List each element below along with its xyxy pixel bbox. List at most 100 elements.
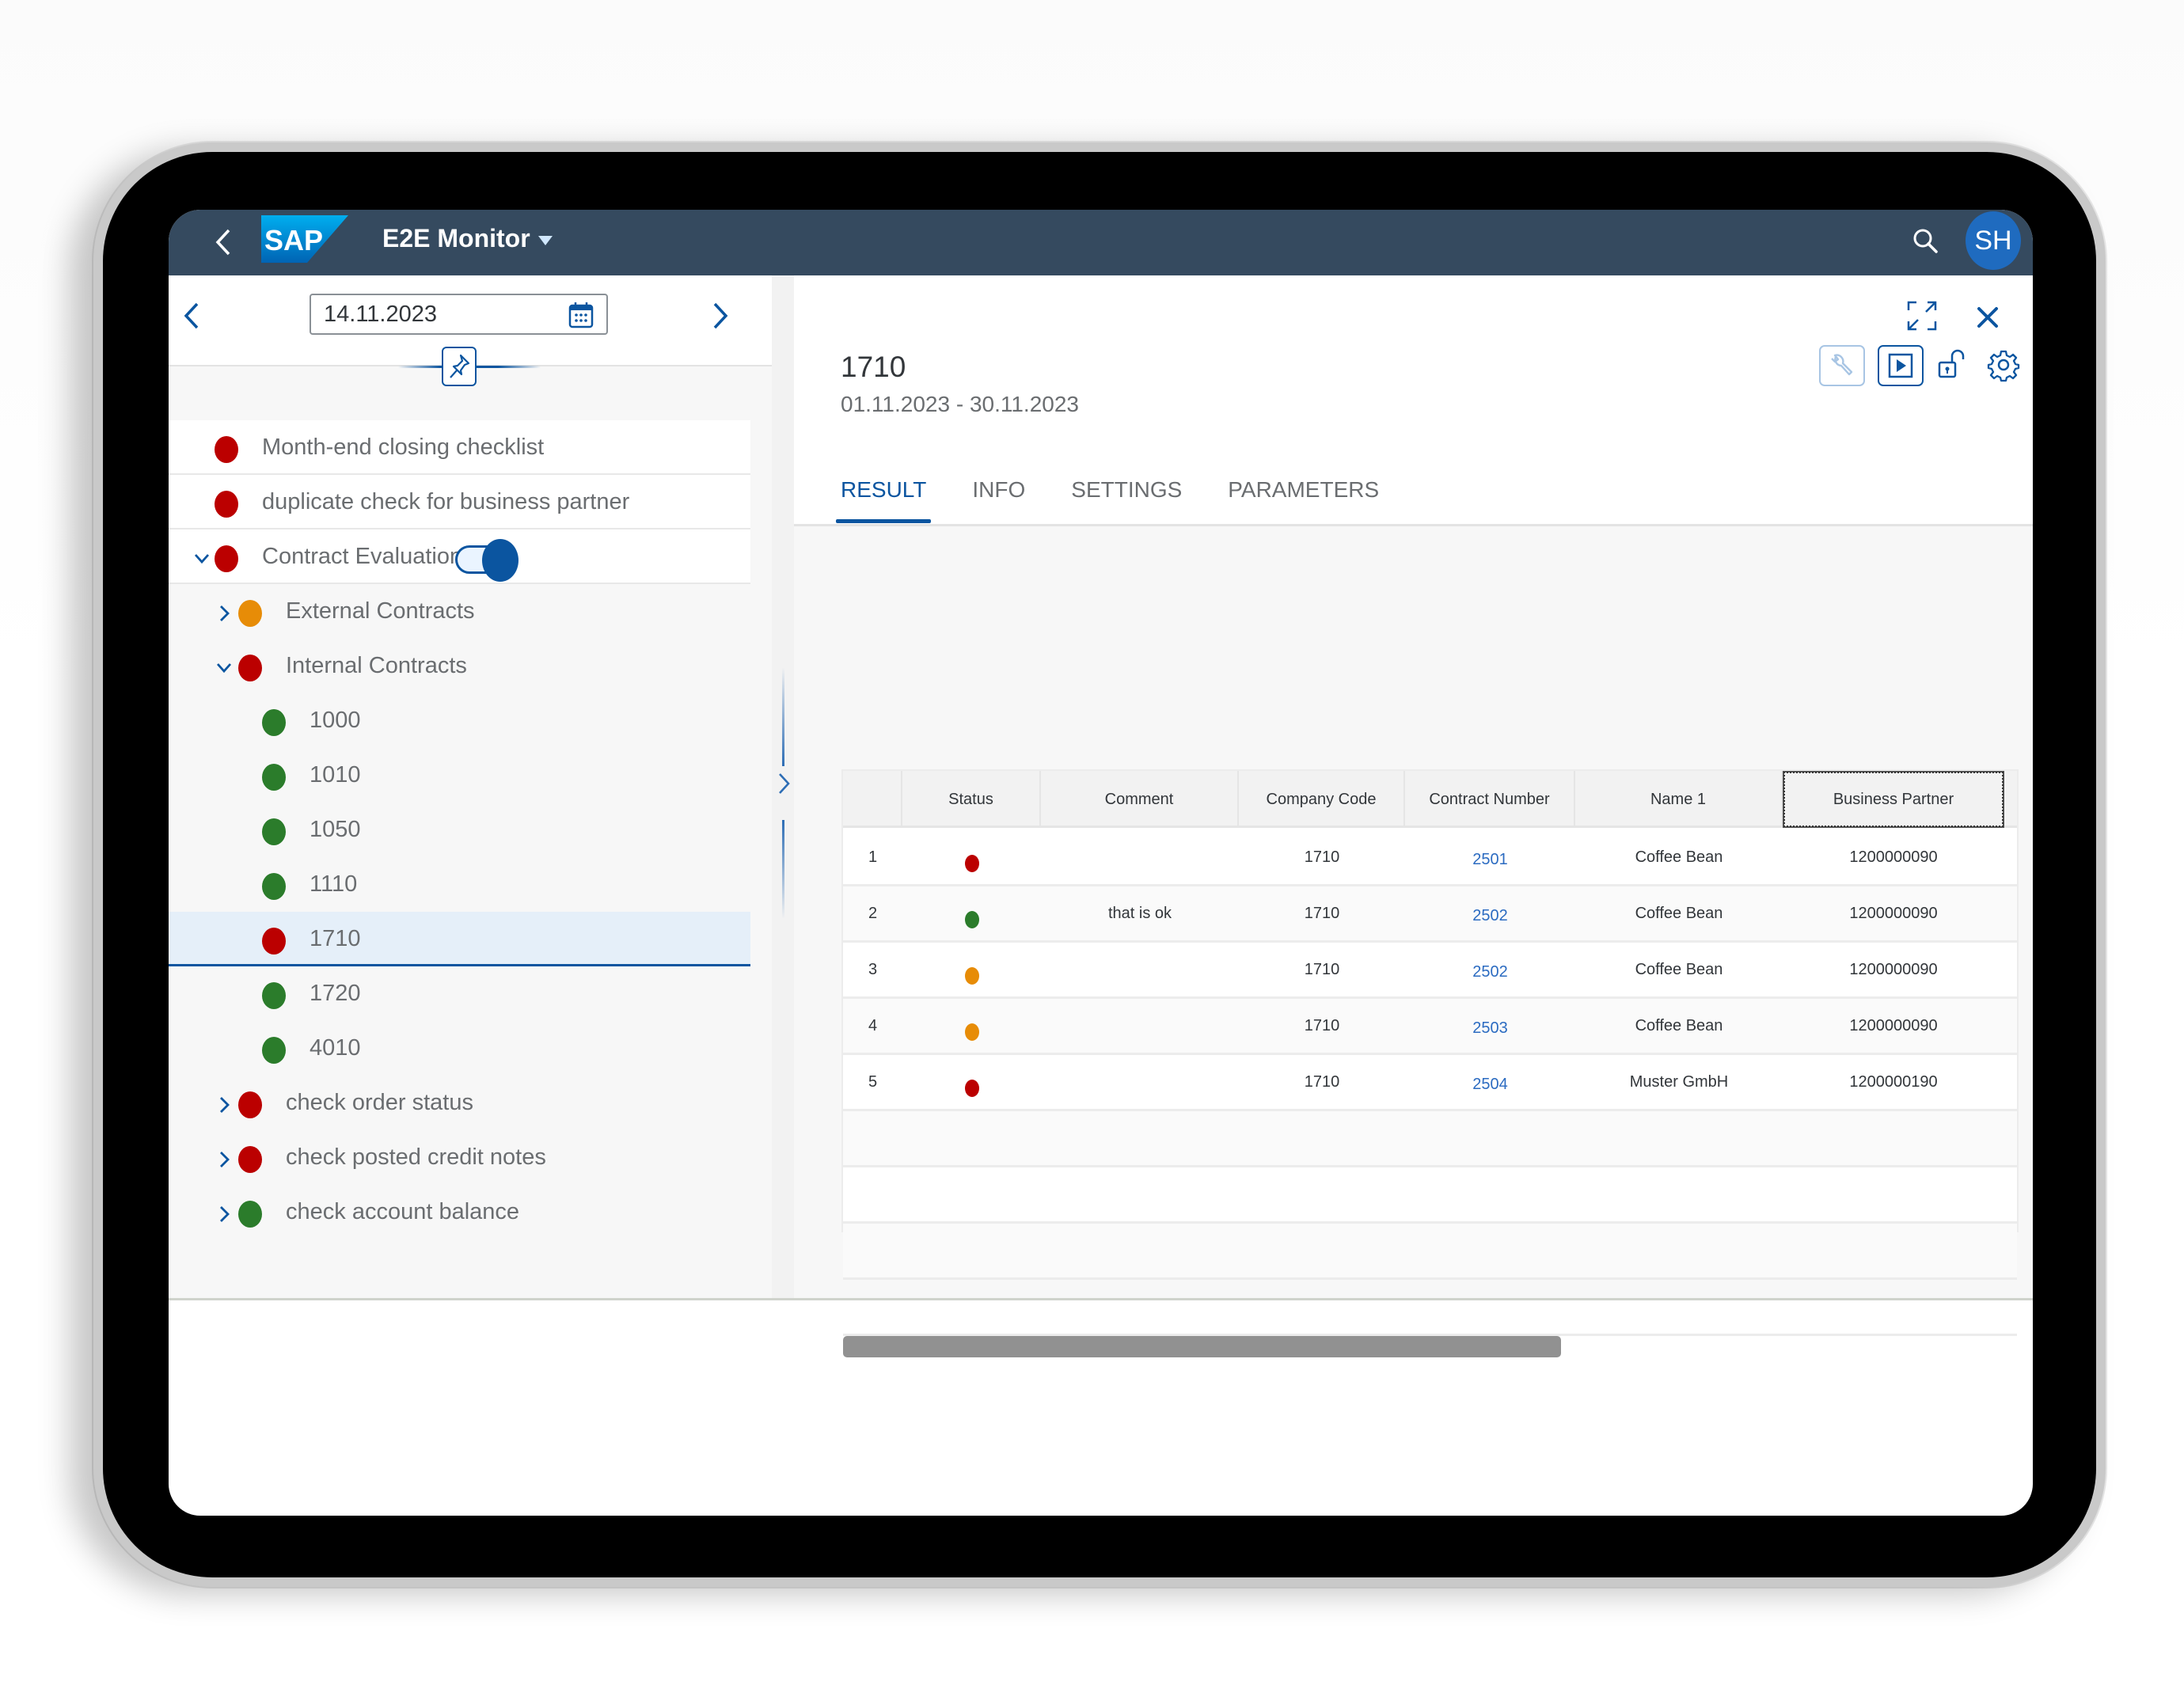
wrench-button[interactable]: [1819, 345, 1865, 386]
contract-number-link[interactable]: 2501: [1472, 851, 1508, 869]
table-row[interactable]: 2 that is ok 1710 2502 Coffee Bean 1200000090: [843, 886, 2017, 943]
tree-item-label: check account balance: [286, 1199, 520, 1224]
tab-bar: RESULT INFO SETTINGS PARAMETERS: [835, 477, 1425, 523]
search-icon[interactable]: [1910, 226, 1942, 257]
status-indicator-green: [262, 982, 286, 1009]
column-header-company-code[interactable]: Company Code: [1239, 771, 1405, 828]
app-title-menu[interactable]: E2E Monitor: [382, 224, 553, 253]
tab-parameters[interactable]: PARAMETERS: [1228, 477, 1379, 503]
table-row-empty: [843, 1111, 2017, 1167]
tree-item[interactable]: External Contracts: [169, 584, 750, 639]
cell-text: that is ok: [1107, 904, 1172, 922]
tab-info[interactable]: INFO: [972, 477, 1025, 503]
chevron-left-icon[interactable]: [208, 224, 240, 260]
column-header-contract-number[interactable]: Contract Number: [1405, 771, 1575, 828]
column-header-row-number[interactable]: [843, 771, 902, 828]
cell-status: [902, 1055, 1041, 1109]
table-row[interactable]: 5 1710 2504 Muster GmbH 1200000190: [843, 1055, 2017, 1111]
toggle-switch[interactable]: [455, 539, 520, 582]
status-tree: Month-end closing checklist duplicate che…: [169, 420, 750, 1239]
status-indicator-red: [215, 436, 238, 463]
contract-number-link[interactable]: 2504: [1472, 1076, 1508, 1094]
cell-company-code: 1710: [1239, 999, 1405, 1053]
tree-item[interactable]: Internal Contracts: [169, 639, 750, 693]
pin-icon: [450, 354, 470, 378]
column-header-name-1[interactable]: Name 1: [1575, 771, 1783, 828]
gear-icon[interactable]: [1985, 347, 2022, 383]
tree-item[interactable]: 1000: [169, 693, 750, 748]
date-picker-input[interactable]: 14.11.2023: [310, 294, 608, 335]
horizontal-scrollbar[interactable]: [843, 1336, 1562, 1357]
cell-text: 3: [868, 960, 878, 978]
chevron-left-icon[interactable]: [178, 298, 207, 334]
chevron-right-icon[interactable]: [705, 298, 734, 334]
chevron-right-icon[interactable]: [215, 1202, 234, 1226]
contract-number-link[interactable]: 2502: [1472, 907, 1508, 925]
tab-settings[interactable]: SETTINGS: [1071, 477, 1182, 503]
tree-item-label: 1110: [310, 871, 358, 897]
table-row[interactable]: 3 1710 2502 Coffee Bean 1200000090: [843, 943, 2017, 999]
table-row-empty: [843, 1224, 2017, 1280]
table-row[interactable]: 4 1710 2503 Coffee Bean 1200000090: [843, 999, 2017, 1055]
cell-business-partner: 1200000190: [1783, 1055, 2004, 1109]
column-header-status[interactable]: Status: [902, 771, 1041, 828]
cell-text: Coffee Bean: [1635, 960, 1723, 978]
tree-item[interactable]: 4010: [169, 1021, 750, 1076]
chevron-down-icon[interactable]: [215, 656, 234, 680]
tree-item[interactable]: 1720: [169, 966, 750, 1021]
toggle-knob: [482, 539, 518, 582]
chevron-down-icon[interactable]: [192, 547, 211, 571]
tree-item[interactable]: check order status: [169, 1076, 750, 1130]
run-button[interactable]: [1878, 345, 1924, 386]
cell-contract-number: 2501: [1405, 830, 1575, 884]
chevron-right-icon[interactable]: [215, 1093, 234, 1117]
cell-text: Coffee Bean: [1635, 1016, 1723, 1034]
status-indicator-green: [238, 1201, 262, 1228]
tree-item[interactable]: 1110: [169, 857, 750, 912]
tree-item[interactable]: Contract Evaluation: [169, 529, 750, 584]
status-indicator-green: [262, 1037, 286, 1064]
table-row[interactable]: 1 1710 2501 Coffee Bean 1200000090: [843, 830, 2017, 886]
close-icon[interactable]: [1969, 299, 2006, 336]
chevron-right-icon[interactable]: [215, 1148, 234, 1171]
cell-company-code: 1710: [1239, 830, 1405, 884]
cell-text: Muster GmbH: [1629, 1072, 1729, 1091]
tree-item[interactable]: 1010: [169, 748, 750, 803]
unlock-icon[interactable]: [1935, 347, 1971, 383]
panel-splitter[interactable]: [772, 275, 794, 1298]
cell-row-number: 2: [843, 886, 902, 940]
tree-item[interactable]: duplicate check for business partner: [169, 475, 750, 529]
left-navigation-panel: 14.11.2023 Month-end closing checklist d…: [169, 275, 772, 1298]
tree-item[interactable]: check posted credit notes: [169, 1130, 750, 1185]
calendar-icon[interactable]: [568, 302, 594, 328]
sap-logo[interactable]: SAP: [261, 215, 348, 263]
column-header-comment[interactable]: Comment: [1041, 771, 1239, 828]
cell-row-number: 1: [843, 830, 902, 884]
pin-button[interactable]: [442, 347, 477, 386]
tree-item[interactable]: Month-end closing checklist: [169, 420, 750, 475]
cell-name-1: Coffee Bean: [1575, 830, 1783, 884]
status-indicator-red: [238, 655, 262, 681]
object-title: 1710: [841, 351, 906, 383]
cell-status: [902, 830, 1041, 884]
chevron-right-icon[interactable]: [776, 771, 792, 796]
tree-item[interactable]: check account balance: [169, 1185, 750, 1239]
contract-number-link[interactable]: 2502: [1472, 963, 1508, 981]
cell-contract-number: 2502: [1405, 886, 1575, 940]
tree-item-label: 1720: [310, 981, 361, 1006]
tab-result[interactable]: RESULT: [835, 477, 932, 523]
chevron-right-icon[interactable]: [215, 602, 234, 625]
user-avatar[interactable]: SH: [1966, 211, 2021, 270]
column-header-business-partner[interactable]: Business Partner: [1783, 771, 2004, 828]
cell-business-partner: 1200000090: [1783, 886, 2004, 940]
tree-item-label: 1050: [310, 817, 361, 842]
tree-item[interactable]: 1710: [169, 912, 750, 966]
tree-item[interactable]: 1050: [169, 803, 750, 857]
contract-number-link[interactable]: 2503: [1472, 1019, 1508, 1038]
cell-row-number: 5: [843, 1055, 902, 1109]
fullscreen-icon[interactable]: [1904, 298, 1940, 334]
cell-text: 1200000190: [1849, 1072, 1938, 1091]
cell-text: 1200000090: [1849, 848, 1938, 866]
wrench-icon: [1831, 354, 1853, 376]
splitter-line-bottom: [782, 820, 784, 919]
